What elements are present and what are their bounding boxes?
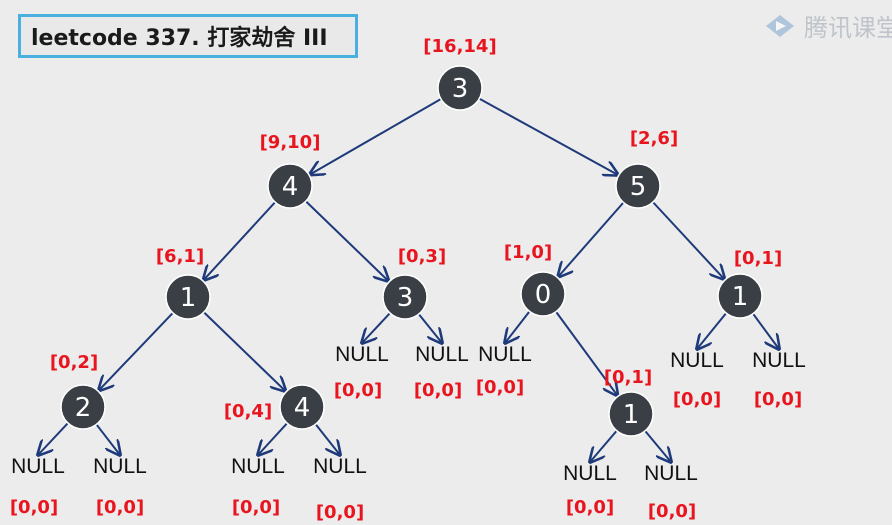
- null-leaf-label: NULL: [11, 455, 65, 478]
- edge-n1a-n4b: [203, 311, 286, 391]
- dp-label: [0,1]: [734, 248, 782, 269]
- edge-n0-nl5: [505, 310, 531, 343]
- tree-node: 1: [608, 391, 654, 437]
- null-dp-label: [0,0]: [414, 380, 462, 401]
- tree-node: 4: [267, 163, 313, 209]
- tree-node: 0: [520, 271, 566, 317]
- null-leaf-label: NULL: [752, 349, 806, 372]
- null-dp-label: [0,0]: [754, 389, 802, 410]
- edge-n2-nl2: [95, 423, 120, 455]
- edge-n1b-nl10: [697, 312, 727, 349]
- dp-label: [9,10]: [260, 132, 321, 153]
- edge-n1c-nl9: [644, 430, 671, 462]
- edge-n1a-n2: [99, 312, 174, 390]
- tree-node: 4: [279, 384, 325, 430]
- node-value: 4: [282, 172, 299, 202]
- dp-label: [16,14]: [423, 36, 496, 57]
- edge-root-n5: [478, 97, 618, 175]
- null-dp-label: [0,0]: [673, 389, 721, 410]
- edge-n4b-nl6: [258, 422, 288, 455]
- node-value: 0: [535, 280, 552, 310]
- edge-n4b-nl7: [314, 423, 340, 455]
- edge-n4-n3: [305, 200, 389, 281]
- tree-node: 5: [615, 163, 661, 209]
- tree-diagram: 3 [16,14] 4 [9,10] 5 [2,6] 1 [6,1] 3 [0,3] 0 [1,0] 1…: [10, 36, 806, 523]
- dp-label: [0,2]: [50, 352, 98, 373]
- edge-n4-n1a: [204, 201, 276, 280]
- node-value: 5: [630, 172, 647, 202]
- null-dp-label: [0,0]: [232, 497, 280, 518]
- null-leaf-label: NULL: [563, 462, 617, 485]
- dp-label: [2,6]: [630, 128, 678, 149]
- tree-node: 2: [60, 384, 106, 430]
- node-value: 1: [623, 400, 640, 430]
- null-dp-label: [0,0]: [96, 497, 144, 518]
- null-leaf-label: NULL: [478, 343, 532, 366]
- null-leaf-label: NULL: [670, 349, 724, 372]
- tree-node: 1: [717, 273, 763, 319]
- null-dp-label: [0,0]: [648, 501, 696, 522]
- dp-label: [6,1]: [156, 246, 204, 267]
- edge-n5-n1b: [652, 201, 724, 279]
- edge-root-n4: [310, 98, 442, 175]
- null-leaf-label: NULL: [415, 343, 469, 366]
- null-leaf-label: NULL: [335, 343, 389, 366]
- dp-label: [0,3]: [398, 246, 446, 267]
- node-value: 2: [75, 393, 92, 423]
- node-value: 3: [452, 74, 469, 104]
- tree-node: 3: [437, 65, 483, 111]
- null-leaf-label: NULL: [644, 462, 698, 485]
- node-value: 1: [180, 283, 197, 313]
- null-dp-label: [0,0]: [10, 497, 58, 518]
- null-leaf-label: NULL: [231, 455, 285, 478]
- edge-n5-n0: [558, 201, 625, 277]
- edge-n2-nl1: [38, 422, 69, 455]
- node-value: 1: [732, 282, 749, 312]
- edge-n1b-nl11: [752, 313, 779, 349]
- node-value: 3: [397, 283, 414, 313]
- dp-label: [0,1]: [604, 367, 652, 388]
- tree-node: 1: [165, 274, 211, 320]
- null-dp-label: [0,0]: [334, 380, 382, 401]
- edge-n3-nl3: [362, 312, 391, 343]
- null-dp-label: [0,0]: [316, 502, 364, 523]
- node-value: 4: [294, 393, 311, 423]
- edge-n1c-nl8: [590, 430, 618, 462]
- null-dp-label: [0,0]: [566, 497, 614, 518]
- null-dp-label: [0,0]: [476, 377, 524, 398]
- dp-label: [0,4]: [224, 401, 272, 422]
- dp-label: [1,0]: [504, 242, 552, 263]
- null-leaf-label: NULL: [313, 455, 367, 478]
- null-leaf-label: NULL: [93, 455, 147, 478]
- edge-n3-nl4: [418, 313, 442, 343]
- tree-node: 3: [382, 274, 428, 320]
